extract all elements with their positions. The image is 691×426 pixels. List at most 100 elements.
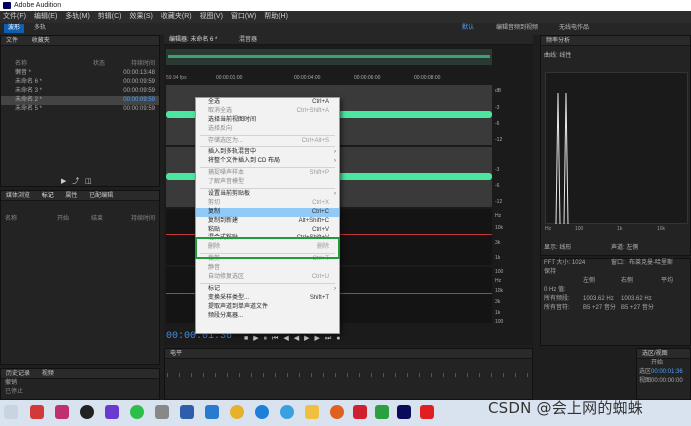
- col-duration[interactable]: 持续时间: [131, 215, 155, 224]
- spectrum-table-row: 所有音符: B5 +27 音分 B5 +27 音分: [544, 305, 654, 311]
- firefox-icon[interactable]: [330, 405, 344, 419]
- workspace-radio[interactable]: 无线电作品: [555, 24, 593, 33]
- spectrum-settings-panel: FFT 大小: 1024 窗口: 布莱克曼-哈里斯 保持 左侧 右侧 平均 0 Hz…: [540, 258, 691, 346]
- menu-clip[interactable]: 剪辑(C): [98, 11, 122, 23]
- tab-history[interactable]: 历史记录: [6, 371, 30, 377]
- tab-markers[interactable]: 标记: [42, 193, 54, 199]
- menu-learn-sound-model[interactable]: 了解声音模型: [196, 178, 339, 187]
- app-icon[interactable]: [55, 405, 69, 419]
- menu-insert-cd[interactable]: 将整个文件插入到 CD 布局 ›: [196, 157, 339, 166]
- menu-select-all[interactable]: 全选 Ctrl+A: [196, 98, 339, 107]
- file-item[interactable]: 未命名 3 * 00:00:09:59: [1, 87, 159, 96]
- menu-multitrack[interactable]: 多轨(M): [65, 11, 90, 23]
- history-item[interactable]: 撤销: [1, 379, 159, 388]
- tab-editor[interactable]: 编辑器: 未命名 6 *: [169, 37, 217, 43]
- menu-paste[interactable]: 粘贴 Ctrl+V: [196, 226, 339, 235]
- menu-silence[interactable]: 静音: [196, 264, 339, 273]
- audition-icon[interactable]: [397, 405, 411, 419]
- menu-favorites[interactable]: 收藏夹(R): [161, 11, 192, 23]
- col-name[interactable]: 名称: [15, 61, 27, 67]
- app-icon[interactable]: [105, 405, 119, 419]
- tab-favorites[interactable]: 收藏夹: [32, 38, 50, 44]
- app-icon[interactable]: [353, 405, 367, 419]
- menu-view[interactable]: 视图(V): [200, 11, 223, 23]
- menu-auto-heal[interactable]: 自动修复选区 Ctrl+U: [196, 273, 339, 282]
- app-icon[interactable]: [30, 405, 44, 419]
- overview-bar[interactable]: [166, 49, 492, 65]
- menu-extract-channels[interactable]: 提取声道到单声道文件: [196, 303, 339, 312]
- transport-controls[interactable]: ■▶⏸⏮◀◀▶▶⏭●: [244, 334, 345, 343]
- chrome-icon[interactable]: [230, 405, 244, 419]
- col-end[interactable]: 结束: [91, 215, 103, 224]
- app-icon[interactable]: [205, 405, 219, 419]
- col-start[interactable]: 开始: [57, 215, 69, 224]
- menu-effects[interactable]: 效果(S): [130, 11, 153, 23]
- tab-mixer[interactable]: 混音器: [239, 37, 257, 43]
- files-column-header: 名称 状态 持续时间: [1, 60, 159, 69]
- col-status[interactable]: 状态: [93, 60, 105, 69]
- col-name[interactable]: 名称: [5, 216, 17, 222]
- multitrack-mode-button[interactable]: 多轨: [30, 24, 50, 33]
- submenu-arrow-icon: ›: [334, 191, 336, 198]
- menu-store-selection[interactable]: 存储选区为... Ctrl+Alt+S: [196, 137, 339, 146]
- menu-set-clipboard[interactable]: 设置当前剪贴板 ›: [196, 190, 339, 199]
- fps-label: 59.94 fps: [166, 75, 187, 81]
- wechat-icon[interactable]: [130, 405, 144, 419]
- file-play-controls[interactable]: ▶ ⤴ ◫: [61, 176, 92, 186]
- level-label: 电平: [165, 349, 532, 359]
- view-row[interactable]: 视图 00:00:00:00: [637, 377, 690, 386]
- highlight-box: [195, 237, 340, 259]
- menu-marker[interactable]: 标记 ›: [196, 285, 339, 294]
- level-meter: [167, 373, 529, 377]
- fft-row[interactable]: FFT 大小: 1024 窗口: 布莱克曼-哈里斯: [541, 259, 690, 268]
- ruler-tick: 00:00:01:00: [216, 75, 243, 81]
- tab-properties[interactable]: 属性: [65, 193, 77, 199]
- waveform-mode-button[interactable]: 波形: [4, 24, 25, 33]
- file-item[interactable]: 未命名 2 * 00:00:09:59: [1, 96, 159, 105]
- record-icon[interactable]: [80, 405, 94, 419]
- start-icon[interactable]: [4, 405, 18, 419]
- workspace-edit-av[interactable]: 编辑音频到视频: [492, 24, 542, 33]
- menu-band-splitter[interactable]: 频段分离器...: [196, 312, 339, 321]
- menu-copy[interactable]: 复制 Ctrl+C: [196, 207, 339, 217]
- menu-cut[interactable]: 剪切 Ctrl+X: [196, 199, 339, 208]
- shape-control[interactable]: 曲线: 线性: [544, 50, 571, 59]
- app-icon[interactable]: [155, 405, 169, 419]
- channel-control[interactable]: 声道: 左侧: [611, 242, 638, 251]
- tab-media[interactable]: 媒体浏览: [6, 193, 30, 199]
- selection-row[interactable]: 选区 00:00:01:36: [637, 368, 690, 377]
- app-icon[interactable]: [180, 405, 194, 419]
- ruler-tick: 00:00:08:00: [414, 75, 441, 81]
- file-item[interactable]: 未命名 5 * 00:00:09:59: [1, 105, 159, 114]
- tab-files[interactable]: 文件: [6, 38, 18, 44]
- col-duration[interactable]: 持续时间: [131, 60, 155, 69]
- menu-convert-sample-type[interactable]: 变换采样类型... Shift+T: [196, 294, 339, 303]
- markers-column-header: 名称 开始 结束 持续时间: [1, 215, 159, 224]
- workspace-default[interactable]: 默认: [458, 24, 478, 33]
- editor-header: 编辑器: 未命名 6 * 混音器: [164, 35, 533, 45]
- tab-video[interactable]: 视频: [42, 371, 54, 377]
- menu-file[interactable]: 文件(F): [3, 11, 26, 23]
- file-item[interactable]: 懒音 * 00:00:13:48: [1, 69, 159, 78]
- menu-deselect-all[interactable]: 取消全选 Ctrl+Shift+A: [196, 107, 339, 116]
- menu-copy-to-new[interactable]: 复制到新建 Alt+Shift+C: [196, 217, 339, 226]
- menu-select-view-time[interactable]: 选择当前视图时间: [196, 116, 339, 125]
- file-item[interactable]: 未命名 6 * 00:00:09:59: [1, 78, 159, 87]
- folder-icon[interactable]: [305, 405, 319, 419]
- menu-invert-selection[interactable]: 选择反向: [196, 125, 339, 134]
- app-icon[interactable]: [375, 405, 389, 419]
- menu-separator: [200, 134, 335, 136]
- menu-help[interactable]: 帮助(H): [264, 11, 288, 23]
- markers-toolbar: [1, 201, 159, 215]
- menu-window[interactable]: 窗口(W): [231, 11, 256, 23]
- menu-capture-noise[interactable]: 捕捉噪声样本 Shift+P: [196, 169, 339, 178]
- display-control[interactable]: 显示: 线形: [544, 242, 571, 251]
- edge-icon[interactable]: [255, 405, 269, 419]
- browser-icon[interactable]: [280, 405, 294, 419]
- menu-insert-multitrack[interactable]: 插入到多轨混音中 ›: [196, 148, 339, 157]
- menu-edit[interactable]: 编辑(E): [34, 11, 57, 23]
- markers-panel: 媒体浏览 标记 属性 已配编辑 名称 开始 结束 持续时间: [0, 190, 160, 365]
- menu-separator: [200, 167, 335, 169]
- tab-registered[interactable]: 已配编辑: [89, 193, 113, 199]
- wps-icon[interactable]: [420, 405, 434, 419]
